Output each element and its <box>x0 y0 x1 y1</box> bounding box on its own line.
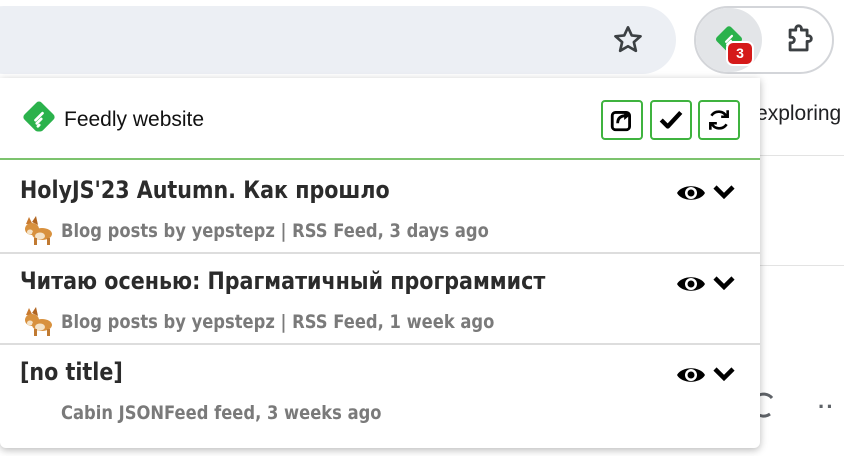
dog-avatar-icon <box>25 307 52 336</box>
item-meta: Blog posts by yepstepz | RSS Feed, 1 wee… <box>61 311 495 333</box>
star-icon <box>614 26 642 53</box>
checkmark-icon <box>659 110 683 129</box>
background-divider <box>760 265 844 266</box>
mark-all-read-button[interactable] <box>650 100 692 140</box>
bookmark-button[interactable] <box>608 20 648 60</box>
chevron-down-icon[interactable] <box>712 364 736 384</box>
background-page-text: 'exploring <box>752 102 842 125</box>
feedly-logo-icon[interactable] <box>20 100 58 136</box>
unread-count-badge: 3 <box>726 41 754 66</box>
puzzle-icon <box>788 24 813 52</box>
item-title[interactable]: HolyJS'23 Autumn. Как прошло <box>20 176 390 204</box>
more-icon: ·· <box>818 394 835 419</box>
chevron-down-icon[interactable] <box>712 273 736 293</box>
background-divider <box>760 155 844 156</box>
item-meta: Blog posts by yepstepz | RSS Feed, 3 day… <box>61 220 489 242</box>
chevron-down-icon[interactable] <box>712 182 736 202</box>
item-title[interactable]: [no title] <box>20 358 123 386</box>
feed-item[interactable]: [no title] Cabin JSONFeed feed, 3 weeks … <box>0 344 760 436</box>
browser-toolbar: 3 <box>0 0 844 78</box>
eye-icon[interactable] <box>676 182 706 204</box>
extensions-menu-button[interactable] <box>778 20 822 60</box>
dog-avatar-icon <box>25 216 52 245</box>
popup-header: Feedly website <box>0 78 760 160</box>
refresh-button[interactable] <box>698 100 740 140</box>
item-title[interactable]: Читаю осенью: Прагматичный программист <box>20 267 545 295</box>
item-meta: Cabin JSONFeed feed, 3 weeks ago <box>61 402 382 424</box>
eye-icon[interactable] <box>676 273 706 295</box>
feedly-website-link[interactable]: Feedly website <box>64 108 204 132</box>
refresh-icon <box>709 110 729 130</box>
eye-icon[interactable] <box>676 364 706 386</box>
feed-item[interactable]: HolyJS'23 Autumn. Как прошло Blog posts … <box>0 162 760 254</box>
feed-item[interactable]: Читаю осенью: Прагматичный программист B… <box>0 253 760 345</box>
address-bar[interactable] <box>0 6 676 74</box>
share-icon <box>610 111 631 132</box>
open-all-button[interactable] <box>601 100 643 140</box>
feedly-popup: Feedly website HolyJS'23 Autumn. Как про… <box>0 78 760 448</box>
